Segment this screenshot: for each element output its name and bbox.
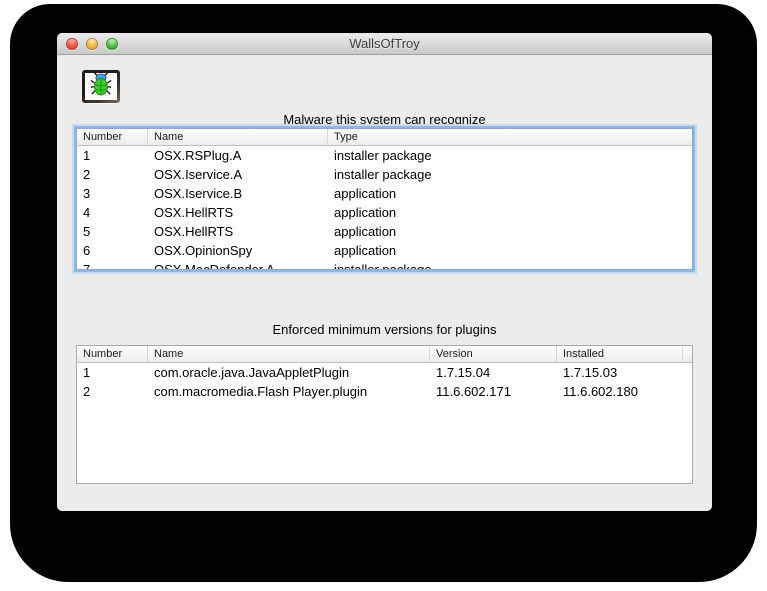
column-header[interactable]: Name xyxy=(148,129,328,145)
table-cell: 4 xyxy=(77,203,148,222)
column-header[interactable]: Name xyxy=(148,346,430,362)
table-cell: OSX.MacDefender.A xyxy=(148,260,328,270)
table-cell: 11.6.602.171 xyxy=(430,382,557,401)
table-cell: installer package xyxy=(328,165,692,184)
table-row[interactable]: 7OSX.MacDefender.Ainstaller package xyxy=(77,260,692,270)
table-cell: 1 xyxy=(77,363,148,382)
table-cell: installer package xyxy=(328,146,692,165)
table-cell: 1 xyxy=(77,146,148,165)
table-cell: application xyxy=(328,203,692,222)
table-row[interactable]: 1OSX.RSPlug.Ainstaller package xyxy=(77,146,692,165)
table-row[interactable]: 1com.oracle.java.JavaAppletPlugin1.7.15.… xyxy=(77,363,692,382)
screenshot-background: WallsOfTroy Malware this system can reco… xyxy=(0,0,767,591)
table-cell: application xyxy=(328,241,692,260)
table-cell: 5 xyxy=(77,222,148,241)
app-window: WallsOfTroy Malware this system can reco… xyxy=(57,33,712,511)
malware-table[interactable]: NumberNameType1OSX.RSPlug.Ainstaller pac… xyxy=(76,128,693,270)
table-row[interactable]: 2com.macromedia.Flash Player.plugin11.6.… xyxy=(77,382,692,401)
column-header[interactable]: Number xyxy=(77,346,148,362)
table-cell: 11.6.602.180 xyxy=(557,382,683,401)
table-cell: OSX.HellRTS xyxy=(148,203,328,222)
column-header-filler xyxy=(683,346,692,362)
table-cell: application xyxy=(328,184,692,203)
table-header-row: NumberNameVersionInstalled xyxy=(77,346,692,363)
table-row[interactable]: 4OSX.HellRTSapplication xyxy=(77,203,692,222)
malware-section-title: Malware this system can recognize xyxy=(57,112,712,127)
table-cell: 1.7.15.03 xyxy=(557,363,683,382)
window-title: WallsOfTroy xyxy=(57,33,712,55)
plugins-section-title: Enforced minimum versions for plugins xyxy=(57,322,712,337)
column-header[interactable]: Number xyxy=(77,129,148,145)
table-cell: com.oracle.java.JavaAppletPlugin xyxy=(148,363,430,382)
table-cell: 2 xyxy=(77,165,148,184)
column-header[interactable]: Installed xyxy=(557,346,683,362)
plugins-table[interactable]: NumberNameVersionInstalled1com.oracle.ja… xyxy=(76,345,693,484)
table-cell: installer package xyxy=(328,260,692,270)
table-row[interactable]: 3OSX.Iservice.Bapplication xyxy=(77,184,692,203)
table-cell: application xyxy=(328,222,692,241)
bug-icon-button[interactable] xyxy=(82,70,120,103)
table-cell: 7 xyxy=(77,260,148,270)
table-cell: 2 xyxy=(77,382,148,401)
table-cell: 3 xyxy=(77,184,148,203)
table-row[interactable]: 2OSX.Iservice.Ainstaller package xyxy=(77,165,692,184)
table-row[interactable]: 6OSX.OpinionSpyapplication xyxy=(77,241,692,260)
table-cell: 1.7.15.04 xyxy=(430,363,557,382)
table-cell: OSX.OpinionSpy xyxy=(148,241,328,260)
table-row[interactable]: 5OSX.HellRTSapplication xyxy=(77,222,692,241)
table-cell: OSX.Iservice.A xyxy=(148,165,328,184)
bug-icon xyxy=(90,72,112,101)
table-cell: 6 xyxy=(77,241,148,260)
table-cell: com.macromedia.Flash Player.plugin xyxy=(148,382,430,401)
table-header-row: NumberNameType xyxy=(77,129,692,146)
table-cell: OSX.HellRTS xyxy=(148,222,328,241)
table-cell: OSX.RSPlug.A xyxy=(148,146,328,165)
table-cell: OSX.Iservice.B xyxy=(148,184,328,203)
column-header[interactable]: Version xyxy=(430,346,557,362)
column-header[interactable]: Type xyxy=(328,129,692,145)
title-bar[interactable]: WallsOfTroy xyxy=(57,33,712,55)
